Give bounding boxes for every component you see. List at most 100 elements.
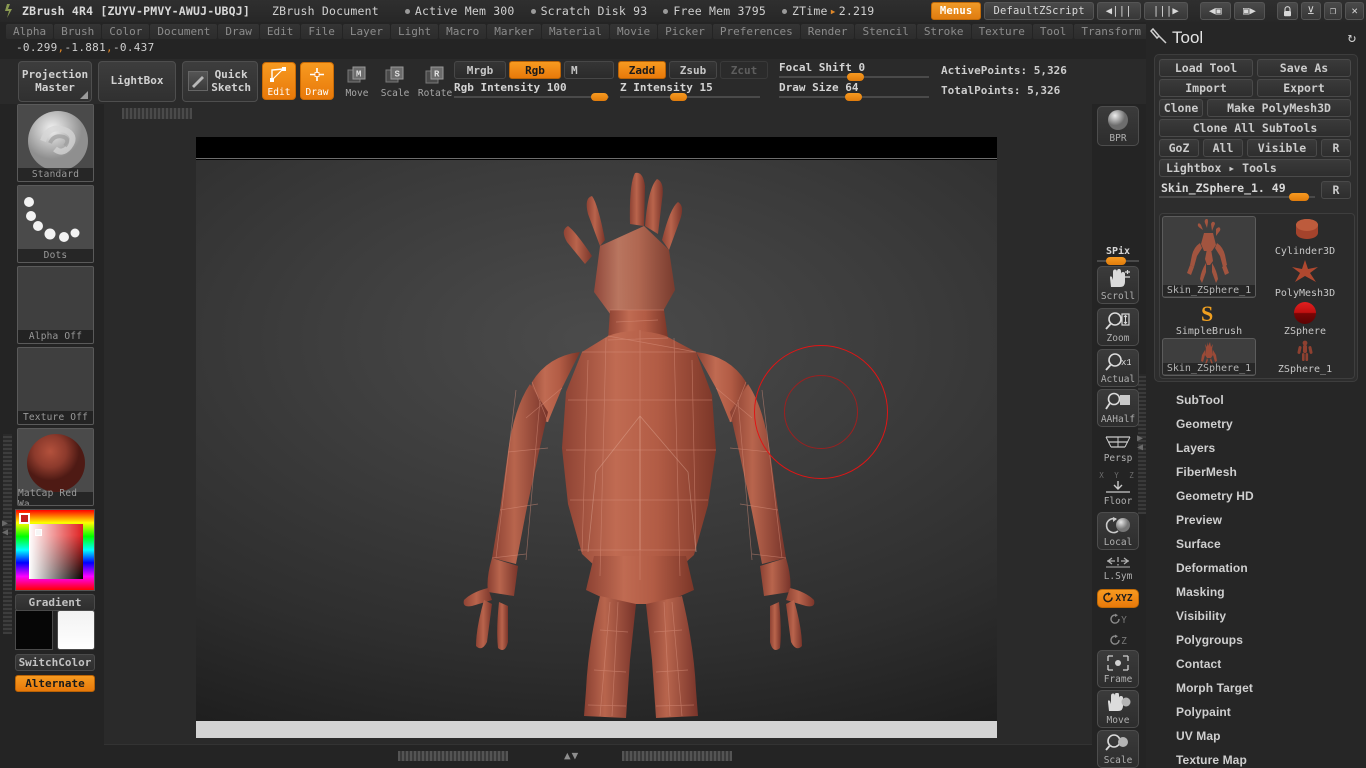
current-tool-r-button[interactable]: R: [1321, 181, 1351, 199]
import-button[interactable]: Import: [1159, 79, 1253, 97]
rail-scale-button[interactable]: Scale: [1097, 730, 1139, 768]
save-as-button[interactable]: Save As: [1257, 59, 1351, 77]
mrgb-toggle[interactable]: Mrgb: [454, 61, 506, 79]
close-button[interactable]: ✕: [1345, 2, 1364, 20]
menu-item-brush[interactable]: Brush: [54, 23, 102, 39]
menus-button[interactable]: Menus: [930, 2, 982, 20]
secondary-color-swatch[interactable]: [57, 610, 95, 650]
menu-item-stroke[interactable]: Stroke: [916, 23, 971, 39]
tool-item-polymesh3d[interactable]: PolyMesh3D: [1258, 258, 1352, 300]
tray-right-button[interactable]: ▣▶: [1234, 2, 1266, 20]
move-button[interactable]: M Move: [340, 62, 374, 100]
current-material-swatch[interactable]: MatCap Red Wa: [17, 428, 94, 506]
rgb-toggle[interactable]: Rgb: [509, 61, 561, 79]
menu-item-document[interactable]: Document: [150, 23, 218, 39]
menu-item-movie[interactable]: Movie: [609, 23, 658, 39]
zadd-toggle[interactable]: Zadd: [618, 61, 666, 79]
tool-reset-icon[interactable]: ↻: [1348, 30, 1356, 46]
alternate-button[interactable]: Alternate: [15, 675, 95, 692]
tool-menu-item-visibility[interactable]: Visibility: [1146, 604, 1366, 628]
nav-prev-button[interactable]: ◀|||: [1096, 2, 1141, 20]
menu-item-picker[interactable]: Picker: [658, 23, 712, 39]
lsym-button[interactable]: L.Sym: [1097, 554, 1139, 584]
floor-button[interactable]: X Y Z Floor: [1097, 470, 1139, 508]
tool-menu-item-contact[interactable]: Contact: [1146, 652, 1366, 676]
draw-button[interactable]: Draw: [300, 62, 334, 100]
menu-item-render[interactable]: Render: [800, 23, 855, 39]
menu-item-material[interactable]: Material: [541, 23, 609, 39]
primary-color-swatch[interactable]: [15, 610, 53, 650]
menu-item-light[interactable]: Light: [390, 23, 439, 39]
canvas-top-scrollbar[interactable]: [104, 108, 1092, 119]
tool-menu-item-subtool[interactable]: SubTool: [1146, 388, 1366, 412]
focal-shift-slider[interactable]: Focal Shift 0: [779, 61, 929, 81]
canvas-viewport[interactable]: [196, 160, 997, 721]
current-alpha-swatch[interactable]: Alpha Off: [17, 266, 94, 344]
menu-item-draw[interactable]: Draw: [218, 23, 259, 39]
document-canvas[interactable]: [196, 137, 997, 738]
menu-item-tool[interactable]: Tool: [1032, 23, 1074, 39]
tool-menu-item-morph-target[interactable]: Morph Target: [1146, 676, 1366, 700]
tool-item-zsphere[interactable]: ZSphere: [1258, 300, 1352, 338]
z-rotate-button[interactable]: Z: [1097, 631, 1139, 651]
menu-item-layer[interactable]: Layer: [342, 23, 390, 39]
goz-all-button[interactable]: All: [1203, 139, 1243, 157]
tool-item-cylinder3d[interactable]: Cylinder3D: [1258, 216, 1352, 258]
draw-size-slider[interactable]: Draw Size 64: [779, 81, 929, 101]
tool-menu-item-surface[interactable]: Surface: [1146, 532, 1366, 556]
menu-item-stencil[interactable]: Stencil: [855, 23, 916, 39]
z-intensity-slider[interactable]: Z Intensity 15: [620, 81, 760, 101]
menu-item-marker[interactable]: Marker: [487, 23, 541, 39]
zscript-button[interactable]: DefaultZScript: [984, 2, 1094, 20]
lightbox-button[interactable]: LightBox: [98, 61, 176, 102]
zoom-button[interactable]: Zoom: [1097, 308, 1139, 346]
actual-button[interactable]: x1 Actual: [1097, 349, 1139, 387]
menu-item-preferences[interactable]: Preferences: [712, 23, 800, 39]
bottom-scroll-thumb-left[interactable]: [398, 751, 508, 761]
color-picker[interactable]: [15, 509, 95, 591]
nav-next-button[interactable]: |||▶: [1143, 2, 1188, 20]
menu-item-texture[interactable]: Texture: [971, 23, 1032, 39]
color-primary-marker[interactable]: [19, 513, 30, 524]
tool-menu-item-fibermesh[interactable]: FiberMesh: [1146, 460, 1366, 484]
scale-button[interactable]: S Scale: [378, 62, 412, 100]
menu-item-edit[interactable]: Edit: [259, 23, 301, 39]
tool-menu-item-polypaint[interactable]: Polypaint: [1146, 700, 1366, 724]
current-stroke-swatch[interactable]: Dots: [17, 185, 94, 263]
current-brush-swatch[interactable]: Standard: [17, 104, 94, 182]
rgb-intensity-slider[interactable]: Rgb Intensity 100: [454, 81, 609, 101]
menu-item-alpha[interactable]: Alpha: [6, 23, 54, 39]
bottom-scroll-strip[interactable]: ▲▼: [104, 744, 1092, 768]
spix-slider[interactable]: SPix: [1097, 246, 1139, 265]
persp-button[interactable]: Persp: [1097, 430, 1139, 466]
scroll-button[interactable]: Scroll: [1097, 266, 1139, 304]
minimize-button[interactable]: ⊻: [1301, 2, 1321, 20]
tool-menu-item-layers[interactable]: Layers: [1146, 436, 1366, 460]
clone-all-subtools-button[interactable]: Clone All SubTools: [1159, 119, 1351, 137]
goz-visible-button[interactable]: Visible: [1247, 139, 1317, 157]
rotate-button[interactable]: R Rotate: [418, 62, 452, 100]
tool-menu-item-polygroups[interactable]: Polygroups: [1146, 628, 1366, 652]
current-texture-swatch[interactable]: Texture Off: [17, 347, 94, 425]
tool-menu-item-texture-map[interactable]: Texture Map: [1146, 748, 1366, 768]
clone-button[interactable]: Clone: [1159, 99, 1203, 117]
export-button[interactable]: Export: [1257, 79, 1351, 97]
tool-item-zsphere-1[interactable]: ZSphere_1: [1258, 338, 1352, 376]
canvas-area[interactable]: [104, 104, 1092, 744]
goz-r-button[interactable]: R: [1321, 139, 1351, 157]
left-tray-arrows[interactable]: ▶ ◀: [2, 519, 13, 538]
tool-menu-item-masking[interactable]: Masking: [1146, 580, 1366, 604]
tool-menu-item-geometry-hd[interactable]: Geometry HD: [1146, 484, 1366, 508]
rail-move-button[interactable]: Move: [1097, 690, 1139, 728]
tool-item-simplebrush[interactable]: S SimpleBrush: [1162, 300, 1256, 338]
menu-item-macro[interactable]: Macro: [439, 23, 487, 39]
bottom-scroll-arrows[interactable]: ▲▼: [564, 749, 579, 762]
load-tool-button[interactable]: Load Tool: [1159, 59, 1253, 77]
tool-item-skin-zsphere-1-alt[interactable]: Skin_ZSphere_1: [1162, 338, 1256, 376]
projection-master-expand-icon[interactable]: [80, 91, 88, 99]
lock-icon[interactable]: [1277, 2, 1299, 20]
tool-menu-item-deformation[interactable]: Deformation: [1146, 556, 1366, 580]
aahalf-button[interactable]: AAHalf: [1097, 389, 1139, 427]
goz-button[interactable]: GoZ: [1159, 139, 1199, 157]
lightbox-tools-button[interactable]: Lightbox ▸ Tools: [1159, 159, 1351, 177]
